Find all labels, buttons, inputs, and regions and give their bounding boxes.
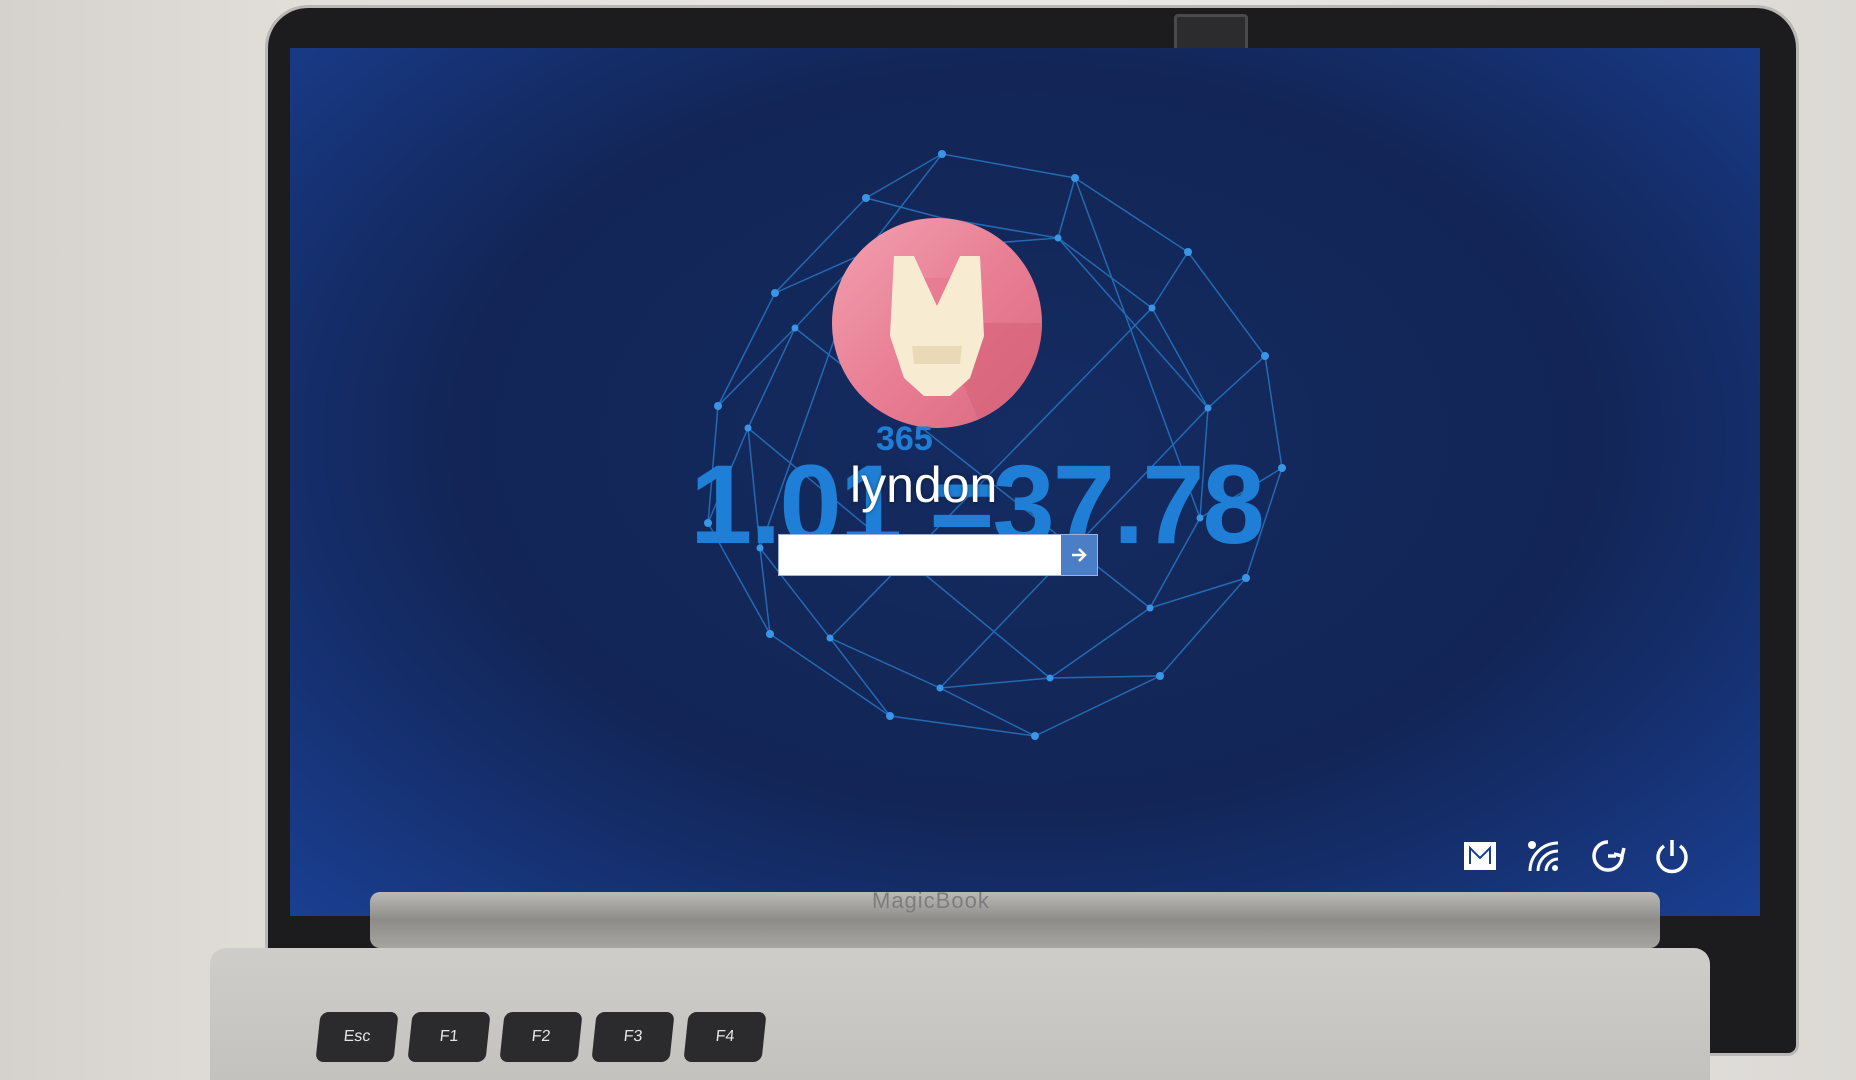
user-avatar	[832, 218, 1042, 428]
username-label: lyndon	[850, 457, 998, 513]
wifi-button[interactable]	[1524, 836, 1564, 876]
submit-button[interactable]	[1061, 535, 1097, 575]
key-esc[interactable]: Esc	[315, 1012, 399, 1062]
power-icon	[1656, 840, 1688, 874]
key-f1[interactable]: F1	[407, 1012, 491, 1062]
ease-of-access-icon	[1464, 842, 1496, 870]
brand-logo: MagicBook	[872, 888, 990, 913]
key-f4[interactable]: F4	[683, 1012, 767, 1062]
accessibility-button[interactable]	[1588, 836, 1628, 876]
key-f3[interactable]: F3	[591, 1012, 675, 1062]
accessibility-icon	[1592, 840, 1626, 872]
iron-man-helmet-icon	[890, 256, 1042, 428]
system-tray	[1460, 836, 1692, 876]
laptop-hinge	[370, 892, 1660, 948]
motivational-quote-superscript: 365	[876, 420, 933, 458]
wifi-icon	[1528, 841, 1559, 872]
ease-of-access-button[interactable]	[1460, 836, 1500, 876]
password-input[interactable]	[779, 535, 1063, 575]
arrow-right-icon	[1072, 548, 1087, 562]
power-button[interactable]	[1652, 836, 1692, 876]
lock-screen: 1.01 =37.78 365 lyndon	[290, 48, 1760, 916]
keyboard-row: Esc F1 F2 F3 F4	[315, 1012, 767, 1062]
password-box	[778, 534, 1098, 576]
key-f2[interactable]: F2	[499, 1012, 583, 1062]
